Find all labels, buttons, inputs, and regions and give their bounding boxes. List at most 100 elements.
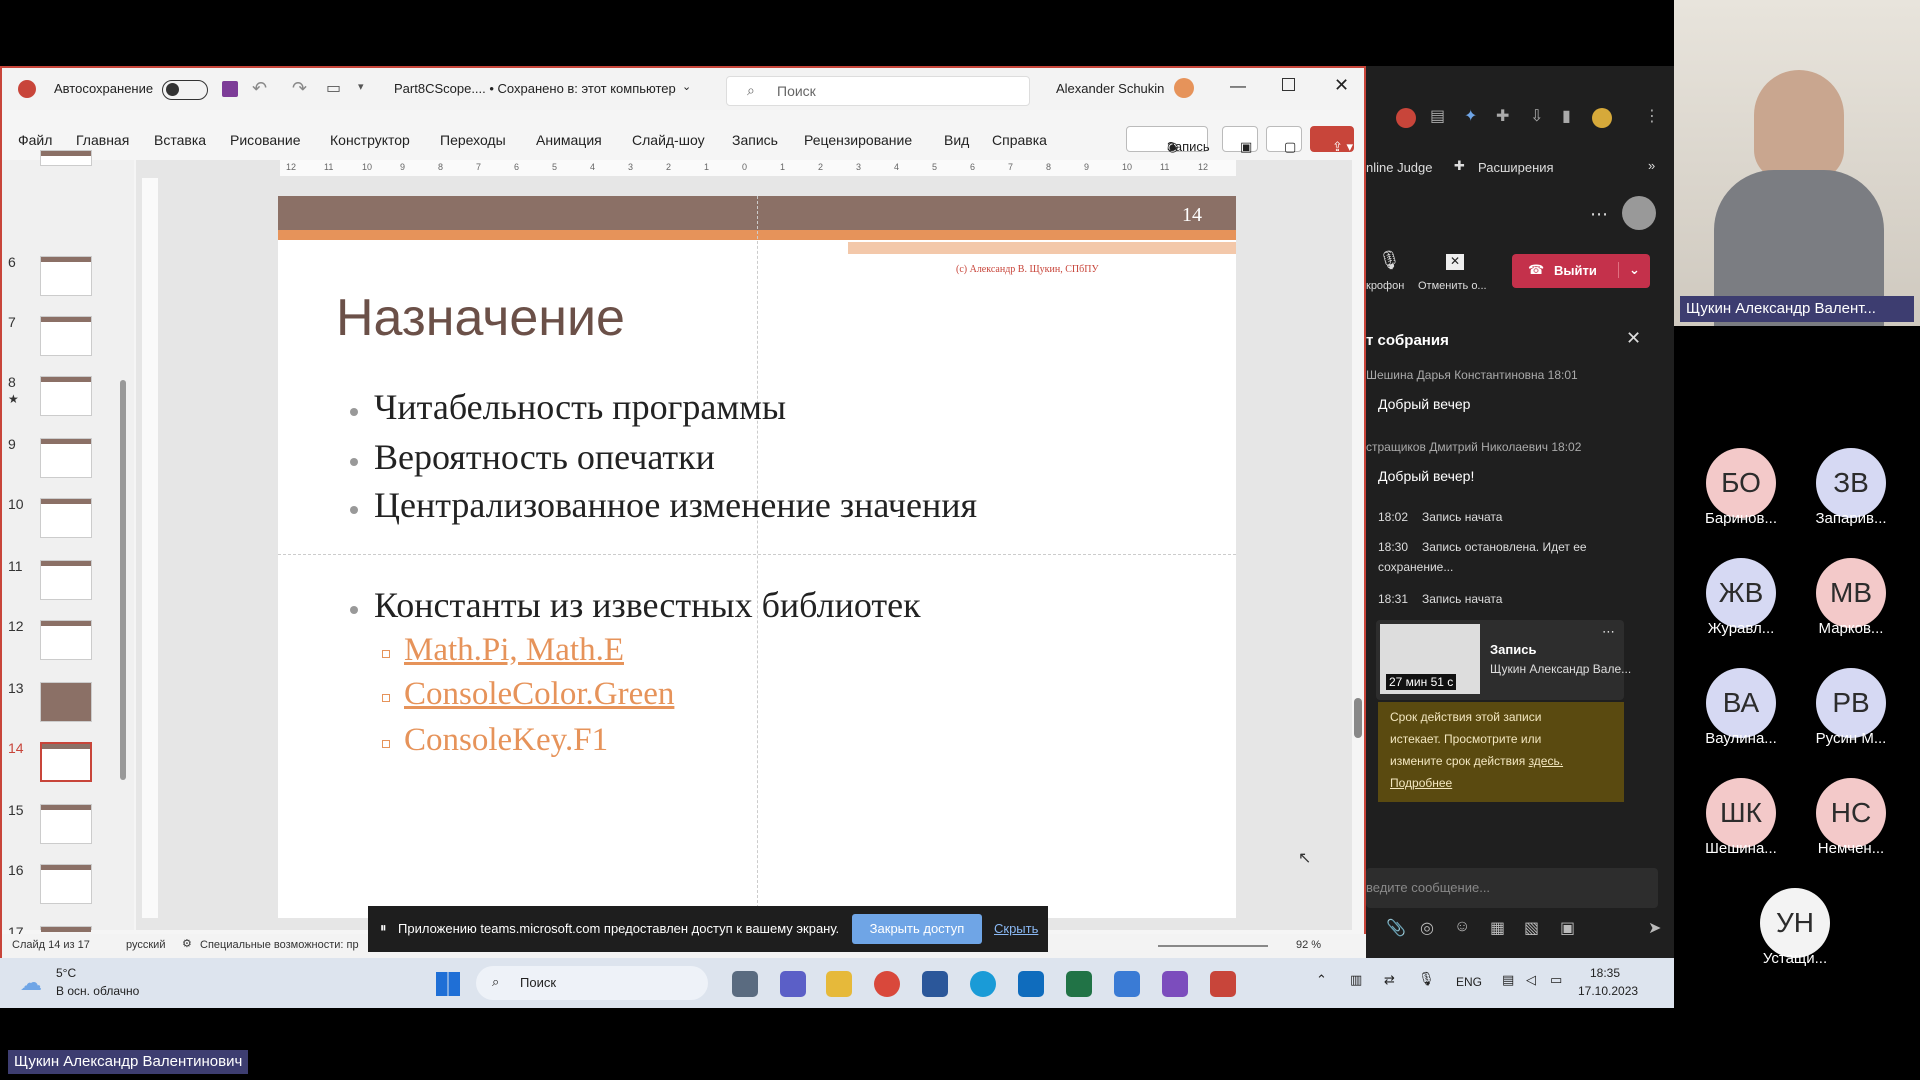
slide-thumbnail-16[interactable] <box>40 864 92 904</box>
slide-thumbnail-8[interactable] <box>40 376 92 416</box>
status-accessibility[interactable]: Специальные возможности: пр <box>200 939 359 951</box>
tab-design[interactable]: Конструктор <box>330 132 410 148</box>
excel-icon[interactable] <box>1066 971 1092 997</box>
camera-button[interactable]: ▣ <box>1222 126 1258 154</box>
sticker-icon[interactable]: ▧ <box>1524 918 1539 938</box>
notice-link[interactable]: здесь. <box>1529 754 1564 768</box>
microphone-icon[interactable]: 🎙 <box>1378 250 1401 271</box>
tray-icon[interactable]: ⇄ <box>1384 972 1395 988</box>
slide-thumbnail-11[interactable] <box>40 560 92 600</box>
tab-transitions[interactable]: Переходы <box>440 132 506 148</box>
send-icon[interactable]: ➤ <box>1648 918 1661 938</box>
clock-time[interactable]: 18:35 <box>1590 966 1620 980</box>
taskbar-search[interactable]: ⌕ Поиск <box>476 966 708 1000</box>
stop-sharing-button[interactable]: Закрыть доступ <box>852 914 982 944</box>
task-view-icon[interactable] <box>732 971 758 997</box>
slide-thumbnail-17[interactable] <box>40 926 92 932</box>
participant-avatar[interactable]: ЗВ <box>1816 448 1886 518</box>
slide-thumbnail[interactable] <box>40 150 92 166</box>
compose-box[interactable]: ведите сообщение... <box>1366 868 1658 908</box>
redo-icon[interactable]: ↷ <box>292 78 307 99</box>
tab-animations[interactable]: Анимация <box>536 132 602 148</box>
video-clip-icon[interactable]: ▣ <box>1560 918 1575 938</box>
tab-insert[interactable]: Вставка <box>154 132 206 148</box>
tab-slideshow[interactable]: Слайд-шоу <box>632 132 705 148</box>
extension-icon[interactable]: ▤ <box>1430 106 1445 126</box>
extension-icon[interactable]: ✦ <box>1464 106 1477 126</box>
weather-icon[interactable]: ☁ <box>20 970 42 996</box>
teams-icon[interactable] <box>780 971 806 997</box>
participant-avatar[interactable]: БО <box>1706 448 1776 518</box>
chevron-down-icon[interactable]: ⌄ <box>682 80 691 93</box>
gif-icon[interactable]: ▦ <box>1490 918 1505 938</box>
menu-icon[interactable]: ⋮ <box>1644 106 1660 126</box>
status-language[interactable]: русский <box>126 939 165 951</box>
tray-icon[interactable]: ▥ <box>1350 972 1362 988</box>
self-avatar[interactable] <box>1622 196 1656 230</box>
hide-link[interactable]: Скрыть <box>994 921 1038 936</box>
share-button[interactable]: ⇪ ▾ <box>1310 126 1354 154</box>
battery-icon[interactable]: ▭ <box>1550 972 1562 988</box>
slide-thumbnail-7[interactable] <box>40 316 92 356</box>
maximize-icon[interactable] <box>1282 78 1295 91</box>
participant-avatar[interactable]: НС <box>1816 778 1886 848</box>
comments-button[interactable]: ▢ <box>1266 126 1302 154</box>
visual-studio-icon[interactable] <box>1162 971 1188 997</box>
powerpoint-icon[interactable] <box>1210 971 1236 997</box>
network-icon[interactable]: ▤ <box>1502 972 1514 988</box>
leave-button[interactable]: ☎ Выйти ⌄ <box>1512 254 1650 288</box>
participant-avatar[interactable]: УН <box>1760 888 1830 958</box>
zoom-level[interactable]: 92 % <box>1296 939 1321 951</box>
file-explorer-icon[interactable] <box>826 971 852 997</box>
windows-start-icon[interactable] <box>436 972 460 996</box>
input-language[interactable]: ENG <box>1456 975 1482 989</box>
tab-view[interactable]: Вид <box>944 132 969 148</box>
attach-icon[interactable]: 📎 <box>1386 918 1406 938</box>
tab-help[interactable]: Справка <box>992 132 1047 148</box>
zoom-slider[interactable] <box>1158 945 1268 947</box>
tab-draw[interactable]: Рисование <box>230 132 301 148</box>
slide-thumbnail-10[interactable] <box>40 498 92 538</box>
chevron-down-icon[interactable]: ⌄ <box>1618 262 1640 278</box>
subbullet-1[interactable]: Math.Pi, Math.E <box>404 632 624 669</box>
minimize-icon[interactable]: — <box>1230 78 1246 96</box>
participant-avatar[interactable]: МВ <box>1816 558 1886 628</box>
more-bookmarks-icon[interactable]: » <box>1648 158 1655 173</box>
puzzle-icon[interactable]: ✚ <box>1496 106 1509 126</box>
record-button[interactable]: ◉ Запись <box>1126 126 1210 154</box>
undo-icon[interactable]: ↶ <box>252 78 267 99</box>
more-options-icon[interactable]: ⋯ <box>1602 624 1615 640</box>
emoji-icon[interactable]: ☺ <box>1454 918 1470 936</box>
thumbnail-scrollbar[interactable] <box>120 380 126 780</box>
participant-avatar[interactable]: ЖВ <box>1706 558 1776 628</box>
bookmark-extensions[interactable]: Расширения <box>1478 160 1554 175</box>
tab-file[interactable]: Файл <box>18 132 52 148</box>
search-input[interactable]: ⌕ Поиск <box>726 76 1030 106</box>
bookmark-judge[interactable]: nline Judge <box>1366 160 1433 175</box>
tab-review[interactable]: Рецензирование <box>804 132 912 148</box>
user-avatar[interactable] <box>1174 78 1194 98</box>
slide-thumbnail-12[interactable] <box>40 620 92 660</box>
slide-thumbnail-9[interactable] <box>40 438 92 478</box>
user-name[interactable]: Alexander Schukin <box>1056 81 1164 96</box>
slide-thumbnail-6[interactable] <box>40 256 92 296</box>
more-options-icon[interactable]: ⋯ <box>1590 204 1608 225</box>
volume-icon[interactable]: ◁ <box>1526 972 1536 988</box>
clock-date[interactable]: 17.10.2023 <box>1578 984 1638 998</box>
close-icon[interactable]: ✕ <box>1626 328 1641 349</box>
tab-home[interactable]: Главная <box>76 132 129 148</box>
slide-thumbnail-14[interactable] <box>40 742 92 782</box>
microphone-icon[interactable]: 🎙 <box>1418 971 1435 987</box>
slide-thumbnail-15[interactable] <box>40 804 92 844</box>
notepad-icon[interactable] <box>1114 971 1140 997</box>
slide-canvas[interactable]: 14 (c) Александр В. Щукин, СПбПУ Назначе… <box>278 196 1236 918</box>
present-icon[interactable]: ▭ <box>326 78 341 98</box>
slide-thumbnail-13[interactable] <box>40 682 92 722</box>
adblock-icon[interactable] <box>1396 108 1416 128</box>
file-name[interactable]: Part8CScope.... • Сохранено в: этот комп… <box>394 81 676 96</box>
customize-icon[interactable]: ▾ <box>358 80 364 93</box>
edge-icon[interactable] <box>970 971 996 997</box>
participant-avatar[interactable]: ВА <box>1706 668 1776 738</box>
learn-more-link[interactable]: Подробнее <box>1390 772 1612 794</box>
word-icon[interactable] <box>922 971 948 997</box>
